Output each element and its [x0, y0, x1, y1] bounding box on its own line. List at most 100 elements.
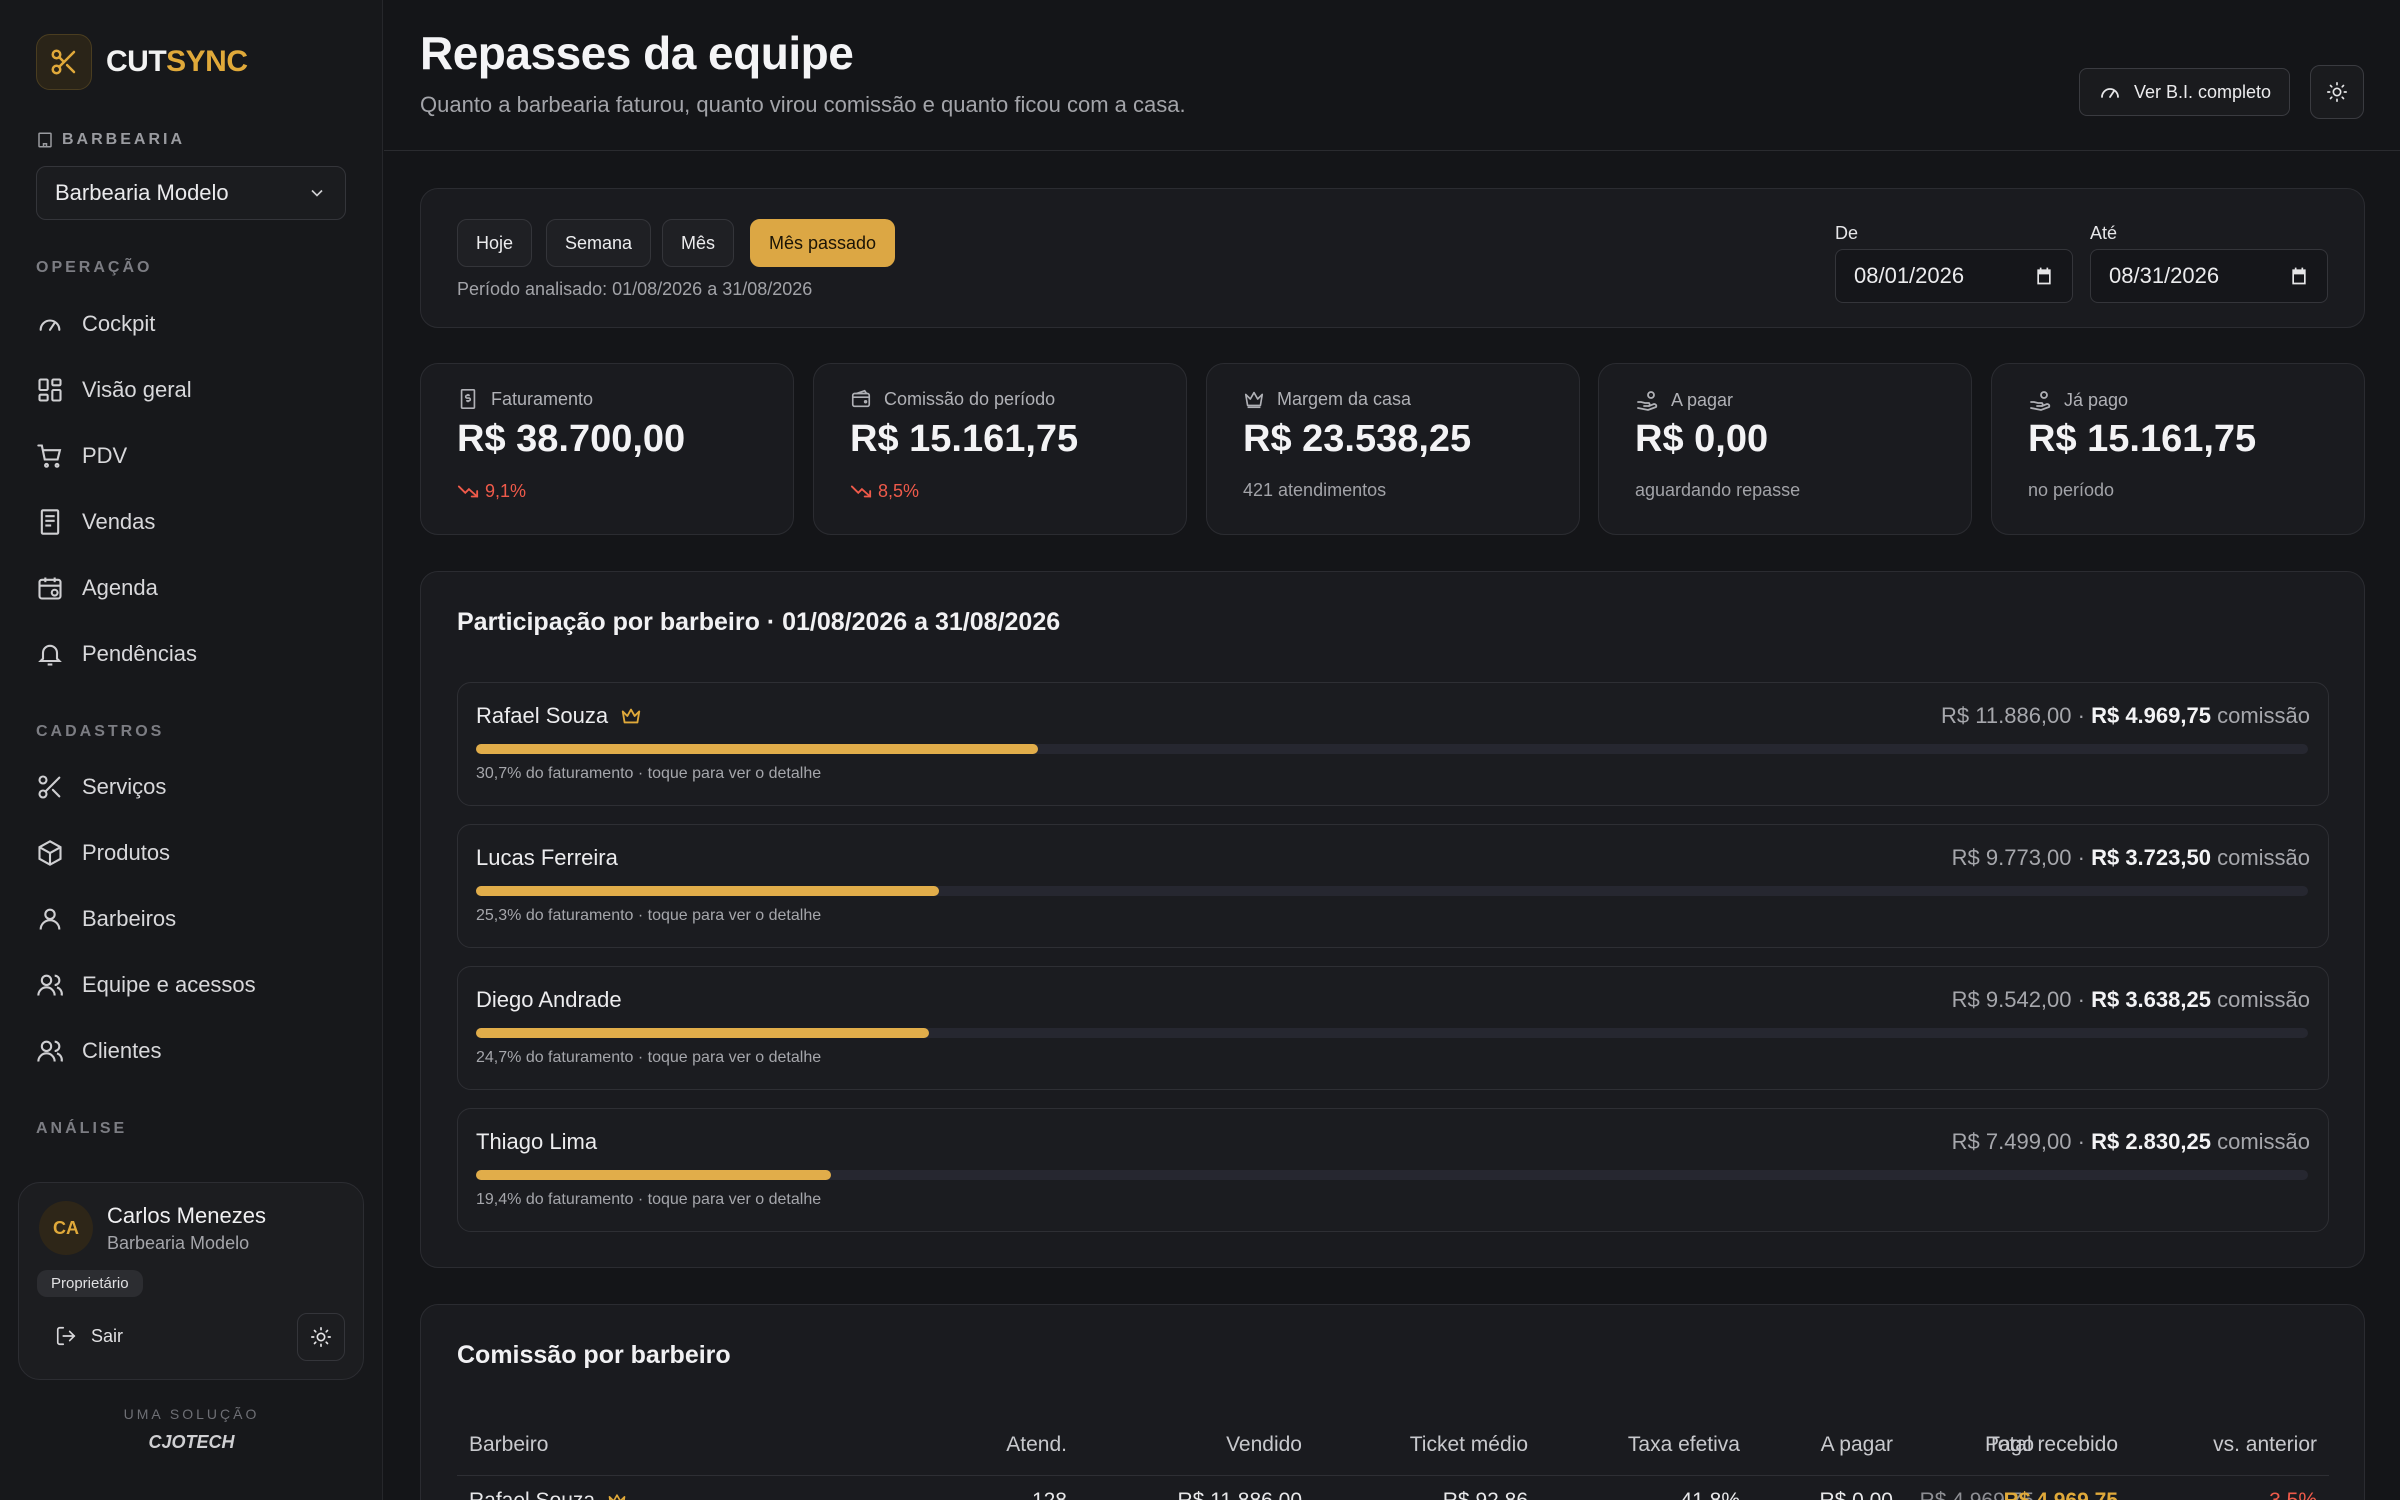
kpi-label: Faturamento	[491, 388, 594, 409]
calendar-icon	[2292, 267, 2306, 285]
nav-item-servicos[interactable]: Serviços	[36, 767, 166, 807]
gauge-icon	[2101, 88, 2119, 98]
trending-down-icon	[457, 485, 479, 498]
kpi-label: Comissão do período	[884, 388, 1056, 409]
share-bar-track	[476, 1170, 2308, 1180]
theme-toggle-sidebar[interactable]	[297, 1313, 345, 1361]
page-header: Repasses da equipe Quanto a barbearia fa…	[384, 0, 2400, 151]
share-bar-track	[476, 744, 2308, 754]
nav-item-visao-geral[interactable]: Visão geral	[36, 370, 192, 410]
table-cell-trend: 3,5%	[2269, 1489, 2317, 1500]
box-icon	[38, 840, 62, 866]
nav-item-produtos[interactable]: Produtos	[36, 833, 170, 873]
range-pill-semana[interactable]: Semana	[546, 219, 652, 267]
receipt-icon	[40, 509, 60, 535]
cart-icon	[37, 444, 62, 468]
sun-icon	[311, 1327, 331, 1347]
range-pill-hoje[interactable]: Hoje	[457, 219, 533, 267]
barber-note: 30,7% do faturamento · toque para ver o …	[476, 765, 822, 782]
column-header[interactable]: Atend.	[1006, 1433, 1067, 1457]
wallet-icon	[851, 389, 871, 408]
logout-button[interactable]: Sair	[55, 1325, 123, 1347]
share-bar-fill	[476, 1028, 929, 1038]
theme-toggle-button[interactable]	[2310, 65, 2364, 119]
column-header[interactable]: vs. anterior	[2213, 1433, 2317, 1457]
range-pill-mes-passado[interactable]: Mês passado	[750, 219, 896, 267]
kpi-foot: aguardando repasse	[1635, 480, 1801, 500]
nav-item-pendencias[interactable]: Pendências	[36, 634, 197, 674]
page-subtitle: Quanto a barbearia faturou, quanto virou…	[420, 92, 1186, 117]
kpi-value: R$ 38.700,00	[457, 418, 686, 460]
table-cell-barber[interactable]: Rafael Souza	[469, 1489, 627, 1500]
nav-item-vendas[interactable]: Vendas	[36, 502, 155, 542]
barber-share-row[interactable]: Diego Andrade R$ 9.542,00 · R$ 3.638,25 …	[457, 966, 2329, 1090]
nav-item-barbeiros[interactable]: Barbeiros	[36, 899, 176, 939]
page-title: Repasses da equipe	[420, 27, 854, 79]
chevron-down-icon	[311, 189, 323, 197]
brand-logo[interactable]: CUTSYNC	[36, 34, 248, 90]
column-header[interactable]: A pagar	[1821, 1433, 1893, 1457]
brand-name: CUTSYNC	[106, 45, 248, 78]
kpi-label: Margem da casa	[1277, 388, 1412, 409]
role-badge: Proprietário	[37, 1270, 143, 1297]
kpi-margem: Margem da casa R$ 23.538,25 421 atendime…	[1206, 363, 1580, 535]
date-to-label: Até	[2090, 223, 2118, 243]
barber-note: 19,4% do faturamento · toque para ver o …	[476, 1191, 822, 1208]
commission-table-panel: Comissão por barbeiro Barbeiro Atend. Ve…	[420, 1304, 2365, 1500]
range-pill-mes[interactable]: Mês	[662, 219, 735, 267]
date-to-input[interactable]: 08/31/2026	[2090, 249, 2328, 303]
column-header[interactable]: Total recebido	[1987, 1433, 2118, 1457]
section-label-analise: ANÁLISE	[36, 1120, 128, 1137]
nav-item-equipe[interactable]: Equipe e acessos	[36, 965, 256, 1005]
barber-name: Lucas Ferreira	[476, 845, 618, 870]
kpi-value: R$ 0,00	[1635, 418, 1769, 460]
nav-item-agenda[interactable]: Agenda	[36, 568, 158, 608]
kpi-value: R$ 23.538,25	[1243, 418, 1472, 460]
share-bar-track	[476, 1028, 2308, 1038]
kpi-faturamento: Faturamento R$ 38.700,00 9,1%	[420, 363, 794, 535]
column-header[interactable]: Taxa efetiva	[1628, 1433, 1740, 1457]
column-header[interactable]: Vendido	[1226, 1433, 1302, 1457]
shop-section-label: BARBEARIA	[36, 131, 185, 149]
cjotech-logo: CJOTECH	[148, 1432, 235, 1452]
user-name: Carlos Menezes	[107, 1203, 266, 1228]
date-from-label: De	[1835, 223, 1859, 243]
kpi-value: R$ 15.161,75	[2028, 418, 2257, 460]
crown-icon	[1244, 391, 1264, 409]
kpi-comissao: Comissão do período R$ 15.161,75 8,5%	[813, 363, 1187, 535]
barber-share-panel: Participação por barbeiro · 01/08/2026 a…	[420, 571, 2365, 1268]
kpi-label: Já pago	[2064, 389, 2129, 410]
barber-name: Rafael Souza	[476, 703, 609, 728]
column-header[interactable]: Barbeiro	[469, 1433, 548, 1457]
column-header[interactable]: Ticket médio	[1410, 1433, 1528, 1457]
bell-icon	[38, 644, 62, 666]
kpi-a-pagar: A pagar R$ 0,00 aguardando repasse	[1598, 363, 1972, 535]
section-label-operacao: OPERAÇÃO	[36, 259, 153, 276]
user-icon	[39, 908, 61, 930]
share-bar-fill	[476, 886, 940, 896]
barber-share-row[interactable]: Rafael Souza R$ 11.886,00 · R$ 4.969,75 …	[457, 682, 2329, 806]
kpi-foot: no período	[2028, 480, 2115, 500]
period-filter-panel: Hoje Semana Mês Mês passado Período anal…	[420, 188, 2365, 328]
kpi-trend: 9,1%	[457, 480, 526, 502]
date-from-input[interactable]: 08/01/2026	[1835, 249, 2073, 303]
calendar-icon	[2037, 267, 2051, 285]
shop-select[interactable]: Barbearia Modelo	[36, 166, 346, 220]
barber-share-row[interactable]: Lucas Ferreira R$ 9.773,00 · R$ 3.723,50…	[457, 824, 2329, 948]
table-cell: 41,8%	[1680, 1489, 1740, 1500]
bi-button[interactable]: Ver B.I. completo	[2079, 68, 2291, 116]
sun-icon	[2327, 82, 2347, 102]
nav-item-clientes[interactable]: Clientes	[36, 1031, 161, 1071]
barber-name: Diego Andrade	[476, 987, 622, 1012]
barber-amounts: R$ 9.773,00 · R$ 3.723,50 comissão	[1951, 845, 2310, 870]
kpi-foot: 421 atendimentos	[1243, 480, 1387, 500]
nav-item-cockpit[interactable]: Cockpit	[36, 304, 155, 344]
table-divider	[457, 1475, 2329, 1476]
barber-note: 24,7% do faturamento · toque para ver o …	[476, 1049, 822, 1066]
table-cell: 128	[1032, 1489, 1067, 1500]
shop-select-value: Barbearia Modelo	[55, 180, 229, 205]
barber-share-row[interactable]: Thiago Lima R$ 7.499,00 · R$ 2.830,25 co…	[457, 1108, 2329, 1232]
sidebar: CUTSYNC BARBEARIA Barbearia Modelo OPERA…	[0, 0, 383, 1500]
trending-down-icon	[850, 485, 872, 498]
nav-item-pdv[interactable]: PDV	[36, 436, 127, 476]
